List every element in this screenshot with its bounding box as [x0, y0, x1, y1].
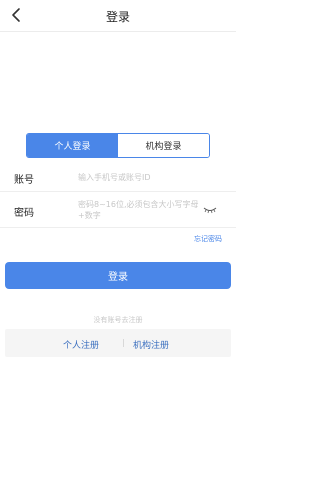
- register-hint: 没有账号去注册: [93, 316, 143, 324]
- organization-register-link[interactable]: 机构注册: [133, 338, 169, 351]
- account-label: 账号: [14, 175, 34, 186]
- account-input[interactable]: 输入手机号或账号ID: [78, 172, 151, 183]
- register-separator: |: [122, 338, 125, 347]
- forgot-password-link[interactable]: 忘记密码: [194, 234, 222, 244]
- eye-closed-icon[interactable]: [203, 206, 217, 214]
- password-label: 密码: [14, 208, 34, 219]
- register-bar: 个人注册 | 机构注册: [5, 329, 231, 357]
- personal-register-link[interactable]: 个人注册: [63, 338, 99, 351]
- tab-personal-login[interactable]: 个人登录: [27, 134, 118, 157]
- tab-organization-login[interactable]: 机构登录: [118, 134, 209, 157]
- login-button[interactable]: 登录: [5, 262, 231, 289]
- password-row: 密码 密码8~16位,必须包含大小写字母+数字: [0, 192, 236, 228]
- navigation-bar: 登录: [0, 0, 236, 32]
- password-input[interactable]: 密码8~16位,必须包含大小写字母+数字: [78, 199, 200, 221]
- page-title: 登录: [105, 10, 130, 24]
- account-row: 账号 输入手机号或账号ID: [0, 162, 236, 192]
- login-type-switch: 个人登录 机构登录: [26, 133, 210, 158]
